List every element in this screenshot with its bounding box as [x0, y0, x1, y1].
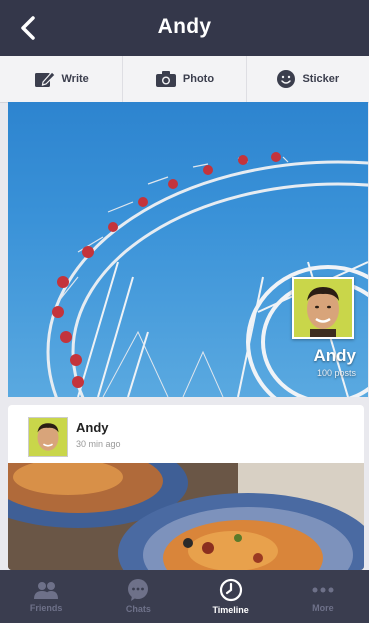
friends-icon	[34, 582, 59, 599]
write-icon	[34, 71, 56, 87]
tab-label: Timeline	[212, 605, 249, 615]
write-label: Write	[61, 73, 89, 85]
chats-icon	[128, 579, 149, 601]
sticker-label: Sticker	[302, 73, 340, 85]
photo-label: Photo	[182, 73, 215, 85]
camera-icon	[155, 71, 176, 87]
tab-timeline[interactable]: Timeline	[185, 570, 277, 623]
cover-name: Andy	[313, 346, 357, 365]
tab-more[interactable]: More	[277, 570, 369, 623]
cover-photo[interactable]: Andy 100 posts	[8, 102, 368, 397]
page-title: Andy	[157, 15, 212, 38]
tab-label: Friends	[29, 603, 63, 613]
avatar-face-image	[294, 279, 352, 337]
action-bar: Write Photo Sticker	[0, 56, 369, 103]
more-icon	[312, 587, 334, 593]
pasta-plates-image	[8, 463, 364, 570]
tab-label: More	[312, 603, 334, 613]
tab-label: Chats	[125, 604, 151, 614]
post-photo[interactable]	[8, 463, 364, 570]
avatar[interactable]	[28, 417, 68, 457]
post-count: 100 posts	[316, 368, 356, 378]
profile-photo[interactable]	[292, 277, 354, 339]
tab-chats[interactable]: Chats	[92, 570, 184, 623]
write-button[interactable]: Write	[0, 56, 124, 102]
post-header: Andy 30 min ago	[8, 405, 364, 461]
post-timestamp: 30 min ago	[76, 439, 121, 449]
sticker-button[interactable]: Sticker	[247, 56, 369, 102]
timeline-icon	[219, 578, 242, 602]
timeline-post[interactable]: Andy 30 min ago	[8, 405, 364, 570]
tab-bar: Friends Chats Timeline More	[0, 570, 369, 623]
photo-button[interactable]: Photo	[123, 56, 247, 102]
sticker-icon	[277, 70, 296, 88]
avatar-face-image	[29, 418, 67, 456]
post-author[interactable]: Andy	[76, 420, 109, 435]
top-bar: Andy	[0, 0, 369, 56]
tab-friends[interactable]: Friends	[0, 570, 92, 623]
